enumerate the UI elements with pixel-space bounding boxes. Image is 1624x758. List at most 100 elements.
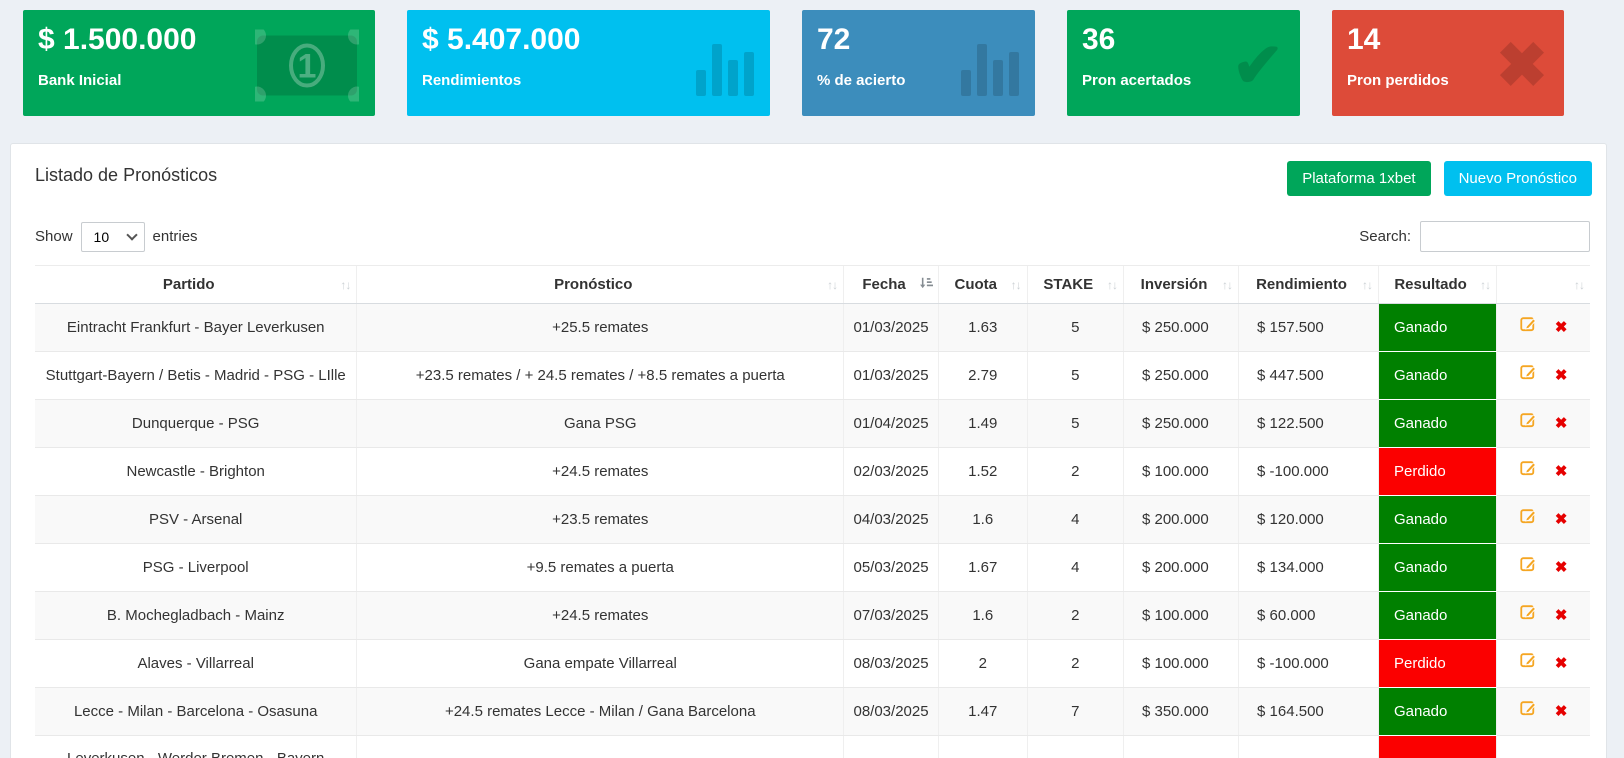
edit-icon[interactable] — [1520, 507, 1537, 532]
cell-fecha: 01/04/2025 — [843, 399, 939, 448]
cell-stake: 4 — [1026, 543, 1124, 592]
cell-rendimiento: $ 60.000 — [1238, 591, 1379, 640]
result-badge: Perdido — [1377, 735, 1497, 758]
cell-inversion: $ 100.000 — [1122, 447, 1239, 496]
column-header-rendimiento[interactable]: Rendimiento ↑↓ — [1238, 265, 1379, 304]
cell-cuota: 1.49 — [937, 399, 1028, 448]
edit-icon[interactable] — [1520, 603, 1537, 628]
result-badge: Perdido — [1377, 447, 1497, 496]
sort-icon: ↑↓ — [1361, 277, 1373, 292]
cell-cuota: 1.63 — [937, 303, 1028, 352]
column-header-resultado[interactable]: Resultado ↑↓ — [1377, 265, 1497, 304]
check-icon: ✔ — [1232, 31, 1284, 101]
stat-card-acertados: 36 Pron acertados ✔ — [1067, 10, 1300, 116]
column-header-inversion[interactable]: Inversión ↑↓ — [1122, 265, 1239, 304]
entries-select[interactable]: 10 — [80, 221, 145, 252]
cell-partido: B. Mochegladbach - Mainz — [35, 591, 357, 640]
edit-icon[interactable] — [1520, 651, 1537, 676]
delete-icon[interactable]: ✖ — [1555, 604, 1568, 628]
sort-icon: ↑↓ — [1574, 277, 1585, 292]
edit-icon[interactable] — [1520, 699, 1537, 724]
cell-inversion: $ 250.000 — [1122, 351, 1239, 400]
delete-icon[interactable]: ✖ — [1555, 700, 1568, 724]
cell-fecha: 01/03/2025 — [843, 351, 939, 400]
result-badge: Ganado — [1377, 495, 1497, 544]
sort-icon: ↑↓ — [340, 277, 351, 292]
column-header-actions[interactable]: ↑↓ — [1496, 265, 1590, 304]
cell-rendimiento: $ 120.000 — [1238, 495, 1379, 544]
cell-partido: Eintracht Frankfurt - Bayer Leverkusen — [35, 303, 357, 352]
cell-stake: 2 — [1026, 639, 1124, 688]
edit-icon[interactable] — [1520, 459, 1537, 484]
column-header-cuota[interactable]: Cuota ↑↓ — [937, 265, 1028, 304]
delete-icon[interactable]: ✖ — [1555, 412, 1568, 436]
cell-rendimiento: $ 447.500 — [1238, 351, 1379, 400]
result-badge: Ganado — [1377, 303, 1497, 352]
delete-icon[interactable]: ✖ — [1555, 460, 1568, 484]
platform-button[interactable]: Plataforma 1xbet — [1287, 161, 1431, 196]
cell-fecha: 04/03/2025 — [843, 495, 939, 544]
cell-cuota: 1.84 — [937, 735, 1028, 758]
cell-partido: Stuttgart-Bayern / Betis - Madrid - PSG … — [35, 351, 357, 400]
entries-length-control: Show 10 entries — [35, 221, 198, 252]
delete-icon[interactable]: ✖ — [1555, 652, 1568, 676]
sort-icon: ↑↓ — [1480, 277, 1491, 292]
panel-buttons: Plataforma 1xbet Nuevo Pronóstico — [1287, 161, 1592, 196]
table-row: Stuttgart-Bayern / Betis - Madrid - PSG … — [35, 351, 1590, 400]
cell-pronostico: +23.5 remates — [356, 495, 844, 544]
cell-actions: ✖ — [1496, 639, 1590, 688]
result-badge: Ganado — [1377, 687, 1497, 736]
cell-pronostico: +9.5 remates a puerta — [356, 543, 844, 592]
cell-cuota: 2 — [937, 639, 1028, 688]
entries-label: entries — [152, 228, 198, 245]
cell-partido: PSG - Liverpool — [35, 543, 357, 592]
result-badge: Ganado — [1377, 543, 1497, 592]
table-row: PSG - Liverpool +9.5 remates a puerta 05… — [35, 543, 1590, 592]
sort-icon: ↑↓ — [1222, 277, 1233, 292]
cell-fecha: 01/03/2025 — [843, 303, 939, 352]
cell-inversion: $ 200.000 — [1122, 543, 1239, 592]
cell-inversion: $ 250.000 — [1122, 303, 1239, 352]
edit-icon[interactable] — [1520, 315, 1537, 340]
table-row: Newcastle - Brighton +24.5 remates 02/03… — [35, 447, 1590, 496]
bar-chart-icon — [696, 34, 754, 100]
cell-inversion: $ 100.000 — [1122, 591, 1239, 640]
delete-icon[interactable]: ✖ — [1555, 364, 1568, 388]
cell-actions: ✖ — [1496, 495, 1590, 544]
edit-icon[interactable] — [1520, 363, 1537, 388]
cell-fecha: 02/03/2025 — [843, 447, 939, 496]
cell-inversion: $ 250.000 — [1122, 735, 1239, 758]
delete-icon[interactable]: ✖ — [1555, 316, 1568, 340]
cell-actions: ✖ — [1496, 735, 1590, 758]
edit-icon[interactable] — [1520, 411, 1537, 436]
cell-cuota: 1.47 — [937, 687, 1028, 736]
search-input[interactable] — [1420, 221, 1590, 252]
table-controls: Show 10 entries Search: — [25, 221, 1592, 252]
table-header-row: Partido↑↓ Pronóstico↑↓ Fecha Cuota↑↓ — [35, 265, 1590, 304]
cell-pronostico: +24.5 remates — [356, 591, 844, 640]
table-row: Eintracht Frankfurt - Bayer Leverkusen +… — [35, 303, 1590, 352]
cell-stake: 5 — [1026, 351, 1124, 400]
table-row: Lecce - Milan - Barcelona - Osasuna +24.… — [35, 687, 1590, 736]
edit-icon[interactable] — [1520, 555, 1537, 580]
column-header-fecha[interactable]: Fecha — [843, 265, 939, 304]
column-header-pronostico[interactable]: Pronóstico ↑↓ — [356, 265, 844, 304]
cell-stake: 2 — [1026, 447, 1124, 496]
svg-text:1: 1 — [298, 48, 317, 86]
delete-icon[interactable]: ✖ — [1555, 556, 1568, 580]
table-row: Alaves - Villarreal Gana empate Villarre… — [35, 639, 1590, 688]
cell-actions: ✖ — [1496, 687, 1590, 736]
cell-partido: Lecce - Milan - Barcelona - Osasuna — [35, 687, 357, 736]
cell-actions: ✖ — [1496, 351, 1590, 400]
cell-partido: Leverkusen - Werder Bremen - Bayern Muni… — [35, 735, 357, 758]
result-badge: Ganado — [1377, 351, 1497, 400]
predictions-panel: Listado de Pronósticos Plataforma 1xbet … — [10, 143, 1607, 758]
column-header-partido[interactable]: Partido ↑↓ — [35, 265, 357, 304]
column-header-stake[interactable]: STAKE ↑↓ — [1026, 265, 1124, 304]
cell-fecha: 08/03/2025 — [843, 639, 939, 688]
delete-icon[interactable]: ✖ — [1555, 508, 1568, 532]
cell-cuota: 1.52 — [937, 447, 1028, 496]
cell-actions: ✖ — [1496, 591, 1590, 640]
cell-stake: 7 — [1026, 687, 1124, 736]
new-prediction-button[interactable]: Nuevo Pronóstico — [1443, 161, 1592, 196]
